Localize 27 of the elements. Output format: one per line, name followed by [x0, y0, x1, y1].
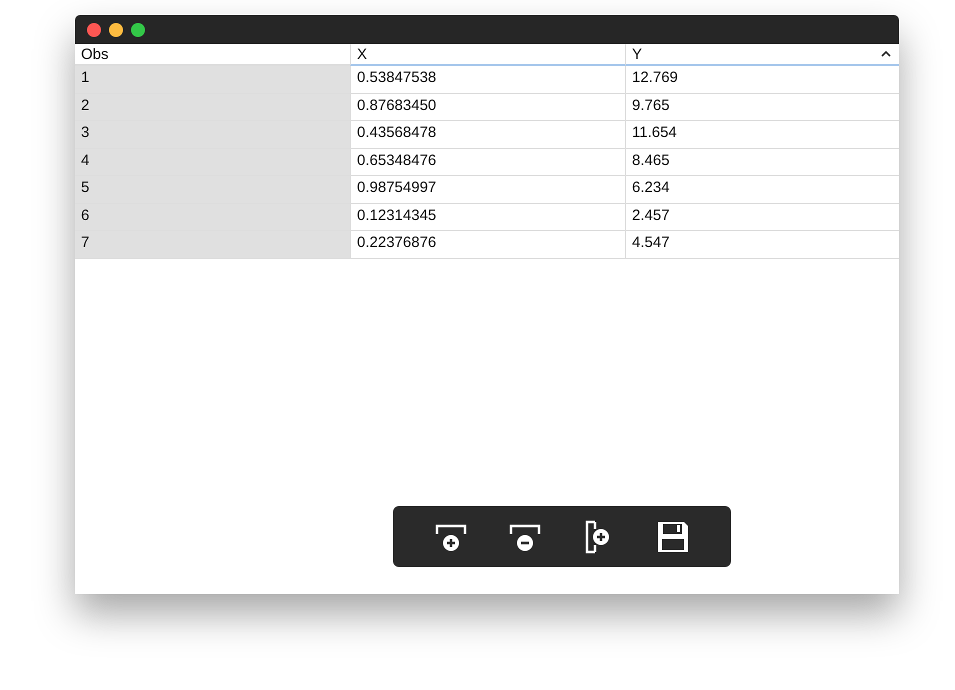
sort-ascending-icon	[881, 51, 891, 57]
table-cell: 0.22376876	[350, 231, 625, 258]
column-header[interactable]: X	[350, 44, 625, 66]
table-cell: 0.53847538	[350, 66, 625, 94]
table-cell: 9.765	[625, 94, 899, 121]
table-cell: 0.43568478	[350, 121, 625, 148]
table-cell: 1	[75, 66, 350, 94]
column-header[interactable]: Y	[625, 44, 899, 66]
table-cell: 6	[75, 204, 350, 231]
close-button[interactable]	[87, 22, 101, 36]
table-cell: 5	[75, 176, 350, 204]
table-cell: 4.547	[625, 231, 899, 258]
table-cell: 2	[75, 94, 350, 121]
table-cell: 4	[75, 148, 350, 176]
table-cell: 12.769	[625, 66, 899, 94]
table-cell: 0.87683450	[350, 94, 625, 121]
table-cell: 7	[75, 231, 350, 258]
zoom-button[interactable]	[131, 22, 145, 36]
table-cell: 11.654	[625, 121, 899, 148]
minimize-button[interactable]	[109, 22, 123, 36]
table-cell: 6.234	[625, 176, 899, 204]
table-cell: 0.12314345	[350, 204, 625, 231]
table-cell: 2.457	[625, 204, 899, 231]
table-cell: 0.65348476	[350, 148, 625, 176]
table-cell: 8.465	[625, 148, 899, 176]
table-cell: 0.98754997	[350, 176, 625, 204]
table-cell: 3	[75, 121, 350, 148]
